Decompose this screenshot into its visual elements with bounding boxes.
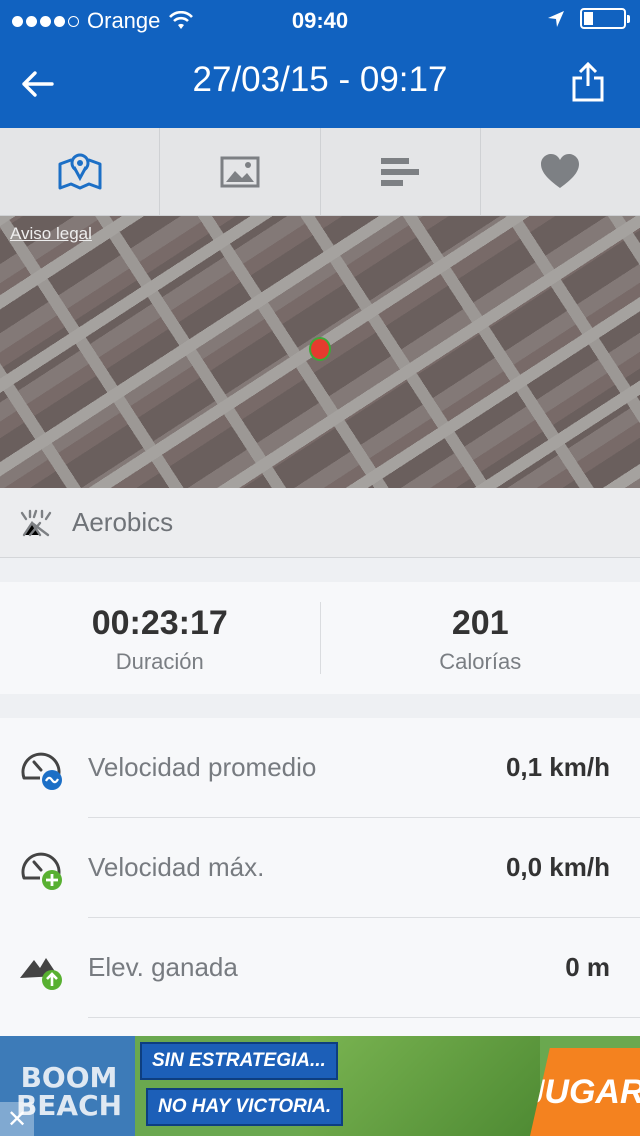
image-icon: [220, 156, 260, 187]
duration-label: Duración: [115, 649, 204, 674]
status-time: 09:40: [291, 8, 349, 33]
location-pin-icon[interactable]: [309, 337, 331, 361]
map-icon: [58, 153, 102, 189]
status-bar: Orange 09:40: [0, 0, 640, 40]
location-arrow-icon: [548, 10, 564, 27]
legal-notice-link[interactable]: Aviso legal: [10, 224, 92, 244]
bar-chart-icon: [381, 157, 420, 186]
activity-type-row[interactable]: Aerobics: [0, 488, 640, 558]
tab-stats[interactable]: [321, 128, 481, 215]
speedometer-max-icon: [21, 852, 62, 890]
elevation-gain-value: 0 m: [565, 952, 610, 982]
calories-cell: 201 Calorías: [321, 582, 640, 694]
app-header: Orange 09:40 27/03/15 - 09:17: [0, 0, 640, 128]
max-speed-label: Velocidad máx.: [88, 852, 265, 882]
calories-label: Calorías: [439, 649, 522, 674]
duration-value: 00:23:17: [91, 604, 228, 642]
duration-cell: 00:23:17 Duración: [0, 602, 321, 674]
battery-icon: [580, 8, 630, 29]
ad-headline-2: NO HAY VICTORIA.: [146, 1088, 344, 1126]
tab-map[interactable]: [0, 128, 161, 215]
tab-heart-rate[interactable]: [481, 128, 640, 215]
max-speed-value: 0,0 km/h: [505, 852, 610, 882]
list-item-max-speed: Velocidad máx. 0,0 km/h: [0, 818, 640, 918]
list-item-elevation-gain: Elev. ganada 0 m: [0, 918, 640, 1018]
average-speed-label: Velocidad promedio: [88, 752, 317, 782]
elevation-gain-label: Elev. ganada: [88, 952, 238, 982]
ad-banner[interactable]: BOOM BEACH SIN ESTRATEGIA... NO HAY VICT…: [0, 1036, 640, 1136]
stats-list: Velocidad promedio 0,1 km/h Velocidad má…: [0, 718, 640, 1036]
ad-headline-1: SIN ESTRATEGIA...: [140, 1042, 338, 1080]
heart-icon: [541, 153, 580, 188]
list-item-average-speed: Velocidad promedio 0,1 km/h: [0, 718, 640, 818]
calories-value: 201: [451, 604, 509, 642]
ad-close-icon[interactable]: ✕: [0, 1102, 34, 1136]
elevation-gain-icon: [20, 958, 62, 990]
tab-bar: [0, 128, 640, 216]
activity-label: Aerobics: [72, 507, 174, 537]
tab-photos[interactable]: [160, 128, 321, 215]
average-speed-value: 0,1 km/h: [505, 752, 610, 782]
speedometer-average-icon: [21, 752, 62, 790]
summary-card: 00:23:17 Duración 201 Calorías: [0, 582, 640, 694]
ad-play-button[interactable]: JUGAR: [530, 1048, 640, 1136]
share-icon[interactable]: [570, 60, 606, 104]
page-title: 27/03/15 - 09:17: [192, 60, 448, 99]
aerobics-icon: [20, 509, 52, 536]
